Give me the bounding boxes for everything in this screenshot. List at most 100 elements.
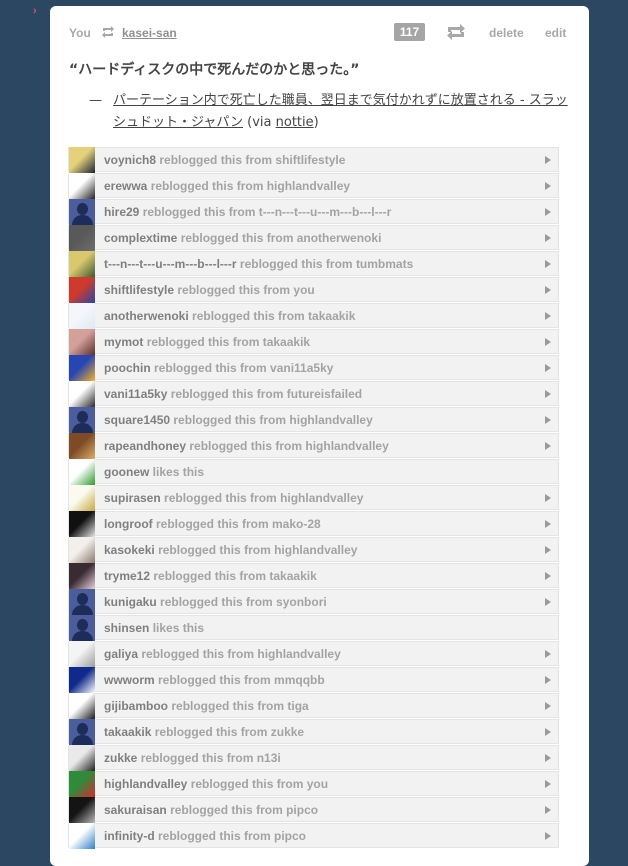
note-username[interactable]: voynich8 — [104, 153, 156, 167]
note-source[interactable]: highlandvalley — [305, 439, 388, 453]
note-source[interactable]: takaakik — [269, 569, 316, 583]
expand-note-arrow-icon[interactable] — [545, 260, 551, 268]
expand-note-arrow-icon[interactable] — [545, 234, 551, 242]
delete-button[interactable]: delete — [489, 26, 524, 40]
avatar[interactable] — [69, 693, 95, 719]
avatar[interactable] — [69, 251, 95, 277]
note-source[interactable]: you — [307, 777, 328, 791]
note-row[interactable]: galiya reblogged this from highlandvalle… — [68, 641, 559, 667]
note-source[interactable]: highlandvalley — [274, 543, 357, 557]
avatar[interactable] — [69, 745, 95, 771]
note-source[interactable]: takaakik — [263, 335, 310, 349]
note-username[interactable]: longroof — [104, 517, 153, 531]
note-username[interactable]: sakuraisan — [104, 803, 167, 817]
note-username[interactable]: takaakik — [104, 725, 151, 739]
note-row[interactable]: square1450 reblogged this from highlandv… — [68, 407, 559, 433]
expand-note-arrow-icon[interactable] — [545, 416, 551, 424]
note-source[interactable]: n13i — [257, 751, 281, 765]
expand-note-arrow-icon[interactable] — [545, 702, 551, 710]
expand-note-arrow-icon[interactable] — [545, 546, 551, 554]
note-username[interactable]: goonew — [104, 465, 149, 479]
note-row[interactable]: gijibamboo reblogged this from tiga — [68, 693, 559, 719]
expand-note-arrow-icon[interactable] — [545, 806, 551, 814]
note-source[interactable]: you — [293, 283, 314, 297]
note-username[interactable]: square1450 — [104, 413, 170, 427]
note-username[interactable]: hire29 — [104, 205, 139, 219]
note-source[interactable]: pipco — [274, 829, 306, 843]
note-username[interactable]: kunigaku — [104, 595, 157, 609]
note-row[interactable]: shinsen likes this — [68, 615, 559, 641]
expand-note-arrow-icon[interactable] — [545, 364, 551, 372]
expand-note-arrow-icon[interactable] — [545, 598, 551, 606]
note-source[interactable]: highlandvalley — [280, 491, 363, 505]
note-row[interactable]: wwworm reblogged this from mmqqbb — [68, 667, 559, 693]
expand-note-arrow-icon[interactable] — [545, 338, 551, 346]
avatar[interactable] — [69, 667, 95, 693]
note-row[interactable]: longroof reblogged this from mako-28 — [68, 511, 559, 537]
note-row[interactable]: t---n---t---u---m---b---l---r reblogged … — [68, 251, 559, 277]
note-username[interactable]: shinsen — [104, 621, 149, 635]
note-username[interactable]: vani11a5ky — [104, 387, 167, 401]
note-row[interactable]: voynich8 reblogged this from shiftlifest… — [68, 147, 559, 173]
note-username[interactable]: complextime — [104, 231, 177, 245]
avatar[interactable] — [69, 277, 95, 303]
notes-count-badge[interactable]: 117 — [394, 23, 425, 41]
quote-source-link[interactable]: パーテーション内で死亡した職員、翌日まで気付かれずに放置される - スラッシュド… — [113, 93, 568, 130]
note-username[interactable]: infinity-d — [104, 829, 155, 843]
note-source[interactable]: pipco — [286, 803, 318, 817]
expand-note-arrow-icon[interactable] — [545, 156, 551, 164]
note-row[interactable]: kasokeki reblogged this from highlandval… — [68, 537, 559, 563]
note-row[interactable]: rapeandhoney reblogged this from highlan… — [68, 433, 559, 459]
note-row[interactable]: hire29 reblogged this from t---n---t---u… — [68, 199, 559, 225]
note-row[interactable]: poochin reblogged this from vani11a5ky — [68, 355, 559, 381]
note-row[interactable]: tryme12 reblogged this from takaakik — [68, 563, 559, 589]
note-username[interactable]: rapeandhoney — [104, 439, 186, 453]
avatar[interactable] — [69, 329, 95, 355]
note-source[interactable]: zukke — [271, 725, 304, 739]
note-row[interactable]: takaakik reblogged this from zukke — [68, 719, 559, 745]
reblog-button-icon[interactable] — [445, 23, 467, 41]
avatar[interactable] — [69, 381, 95, 407]
note-row[interactable]: zukke reblogged this from n13i — [68, 745, 559, 771]
note-username[interactable]: erewwa — [104, 179, 147, 193]
note-row[interactable]: shiftlifestyle reblogged this from you — [68, 277, 559, 303]
edit-button[interactable]: edit — [545, 26, 566, 40]
avatar[interactable] — [69, 355, 95, 381]
note-row[interactable]: highlandvalley reblogged this from you — [68, 771, 559, 797]
note-username[interactable]: highlandvalley — [104, 777, 187, 791]
expand-note-arrow-icon[interactable] — [545, 208, 551, 216]
avatar[interactable] — [69, 485, 95, 511]
avatar[interactable] — [69, 225, 95, 251]
note-row[interactable]: sakuraisan reblogged this from pipco — [68, 797, 559, 823]
note-source[interactable]: highlandvalley — [289, 413, 372, 427]
avatar[interactable] — [69, 563, 95, 589]
avatar[interactable] — [69, 147, 95, 173]
expand-note-arrow-icon[interactable] — [545, 442, 551, 450]
note-username[interactable]: tryme12 — [104, 569, 150, 583]
expand-arrow-icon[interactable]: › — [33, 6, 37, 17]
avatar[interactable] — [69, 173, 95, 199]
avatar[interactable] — [69, 511, 95, 537]
avatar[interactable] — [69, 797, 95, 823]
note-username[interactable]: mymot — [104, 335, 143, 349]
note-source[interactable]: t---n---t---u---m---b---l---r — [259, 205, 392, 219]
note-username[interactable]: anotherwenoki — [104, 309, 189, 323]
avatar[interactable] — [69, 823, 95, 849]
reblogged-from-link[interactable]: kasei-san — [122, 26, 177, 40]
expand-note-arrow-icon[interactable] — [545, 312, 551, 320]
note-row[interactable]: erewwa reblogged this from highlandvalle… — [68, 173, 559, 199]
note-username[interactable]: wwworm — [104, 673, 155, 687]
note-source[interactable]: mako-28 — [272, 517, 321, 531]
expand-note-arrow-icon[interactable] — [545, 754, 551, 762]
note-source[interactable]: tiga — [287, 699, 308, 713]
avatar[interactable] — [69, 589, 95, 615]
expand-note-arrow-icon[interactable] — [545, 832, 551, 840]
expand-note-arrow-icon[interactable] — [545, 572, 551, 580]
avatar[interactable] — [69, 407, 95, 433]
avatar[interactable] — [69, 719, 95, 745]
avatar[interactable] — [69, 641, 95, 667]
avatar[interactable] — [69, 303, 95, 329]
note-source[interactable]: highlandvalley — [257, 647, 340, 661]
note-row[interactable]: vani11a5ky reblogged this from futureisf… — [68, 381, 559, 407]
expand-note-arrow-icon[interactable] — [545, 390, 551, 398]
